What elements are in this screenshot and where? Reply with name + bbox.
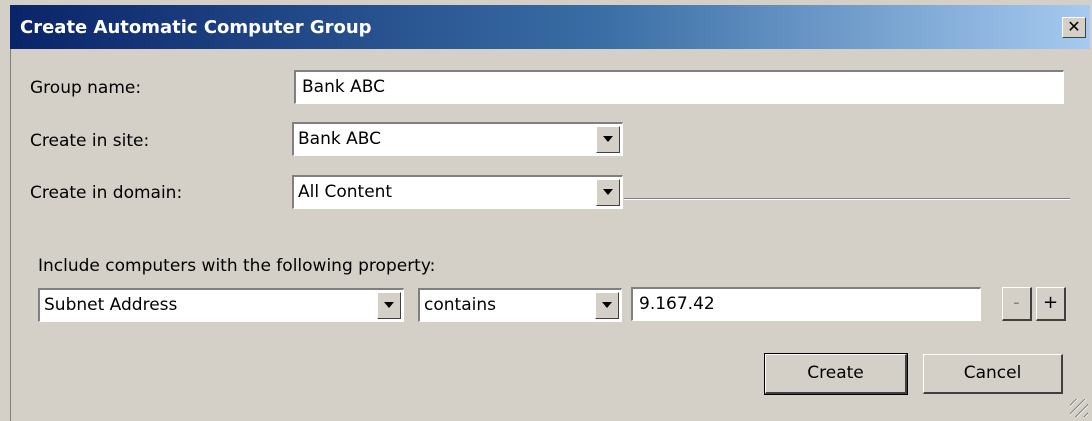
- domain-dropdown-button[interactable]: [596, 179, 620, 206]
- property-dropdown-button[interactable]: [377, 292, 401, 319]
- property-dropdown-value: Subnet Address: [44, 295, 178, 315]
- site-dropdown-button[interactable]: [596, 126, 620, 153]
- remove-criterion-button[interactable]: -: [1002, 287, 1032, 321]
- group-name-input[interactable]: Bank ABC: [294, 70, 1064, 104]
- operator-dropdown[interactable]: contains: [418, 288, 622, 322]
- operator-dropdown-button[interactable]: [595, 292, 619, 319]
- group-name-label: Group name:: [30, 78, 142, 98]
- domain-dropdown[interactable]: All Content: [292, 175, 623, 209]
- window-title: Create Automatic Computer Group: [20, 17, 372, 38]
- domain-label: Create in domain:: [30, 183, 183, 203]
- chevron-down-icon: [603, 189, 613, 195]
- resize-grip-icon[interactable]: [1070, 399, 1088, 417]
- add-criterion-button[interactable]: +: [1036, 287, 1066, 321]
- chevron-down-icon: [602, 302, 612, 308]
- title-bar: Create Automatic Computer Group ✕: [10, 5, 1090, 49]
- criteria-heading: Include computers with the following pro…: [38, 256, 436, 276]
- close-button[interactable]: ✕: [1062, 17, 1086, 38]
- close-icon: ✕: [1067, 17, 1081, 36]
- chevron-down-icon: [603, 136, 613, 142]
- match-value-input[interactable]: 9.167.42: [631, 287, 981, 321]
- property-dropdown[interactable]: Subnet Address: [38, 288, 404, 322]
- site-label: Create in site:: [30, 131, 150, 151]
- site-dropdown-value: Bank ABC: [298, 129, 381, 149]
- domain-dropdown-value: All Content: [298, 182, 393, 202]
- create-button[interactable]: Create: [764, 353, 908, 395]
- divider-line: [624, 198, 1070, 200]
- operator-dropdown-value: contains: [424, 295, 496, 315]
- chevron-down-icon: [384, 302, 394, 308]
- cancel-button[interactable]: Cancel: [923, 354, 1063, 394]
- site-dropdown[interactable]: Bank ABC: [292, 122, 623, 156]
